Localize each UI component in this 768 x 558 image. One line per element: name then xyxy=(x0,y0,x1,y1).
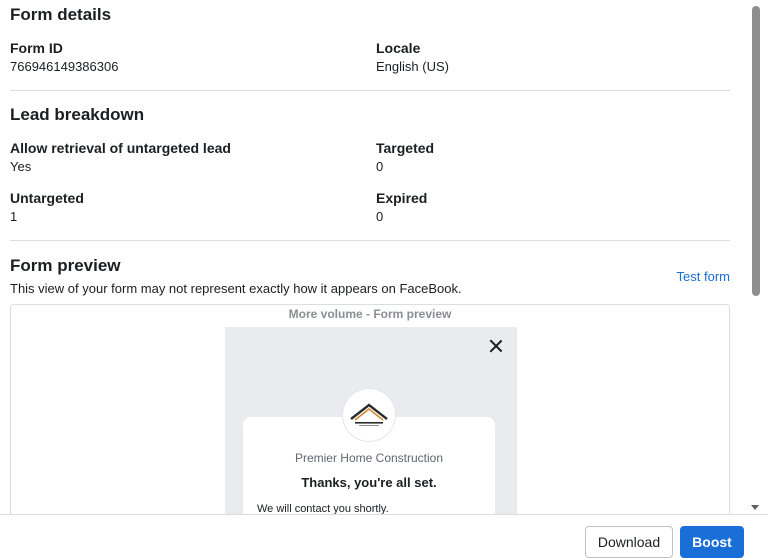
contact-text: We will contact you shortly. xyxy=(257,503,389,514)
preview-phone-screen: Premier Home Construction Thanks, you're… xyxy=(225,327,517,514)
footer-bar: Download Boost xyxy=(0,514,768,558)
scrollbar-thumb[interactable] xyxy=(752,6,760,296)
form-id-label: Form ID xyxy=(10,40,63,56)
form-preview-frame: More volume - Form preview Premier Home … xyxy=(10,304,730,514)
test-form-link[interactable]: Test form xyxy=(677,269,730,284)
allow-retrieval-value: Yes xyxy=(10,159,32,174)
form-preview-title: Form preview xyxy=(10,256,121,275)
untargeted-label: Untargeted xyxy=(10,190,84,206)
preview-title: More volume - Form preview xyxy=(288,307,452,321)
download-button[interactable]: Download xyxy=(585,526,673,558)
divider xyxy=(10,240,730,241)
boost-button[interactable]: Boost xyxy=(680,526,744,558)
form-details-panel: Form details Form ID 766946149386306 Loc… xyxy=(0,0,744,514)
lead-breakdown-title: Lead breakdown xyxy=(10,105,145,124)
divider xyxy=(10,90,730,91)
form-details-title: Form details xyxy=(10,5,112,24)
form-preview-description: This view of your form may not represent… xyxy=(10,281,462,296)
close-icon[interactable] xyxy=(489,339,503,353)
business-name: Premier Home Construction xyxy=(294,451,444,465)
expired-value: 0 xyxy=(376,209,384,224)
form-id-value: 766946149386306 xyxy=(10,59,119,74)
allow-retrieval-label: Allow retrieval of untargeted lead xyxy=(10,140,231,156)
scroll-down-arrow-icon[interactable] xyxy=(751,505,759,510)
targeted-value: 0 xyxy=(376,159,384,174)
locale-value: English (US) xyxy=(376,59,449,74)
targeted-label: Targeted xyxy=(376,140,435,156)
locale-label: Locale xyxy=(376,40,421,56)
untargeted-value: 1 xyxy=(10,209,18,224)
vertical-scrollbar[interactable] xyxy=(746,0,768,514)
house-roof-logo-icon xyxy=(343,389,395,441)
thanks-heading: Thanks, you're all set. xyxy=(301,475,437,490)
expired-label: Expired xyxy=(376,190,428,206)
